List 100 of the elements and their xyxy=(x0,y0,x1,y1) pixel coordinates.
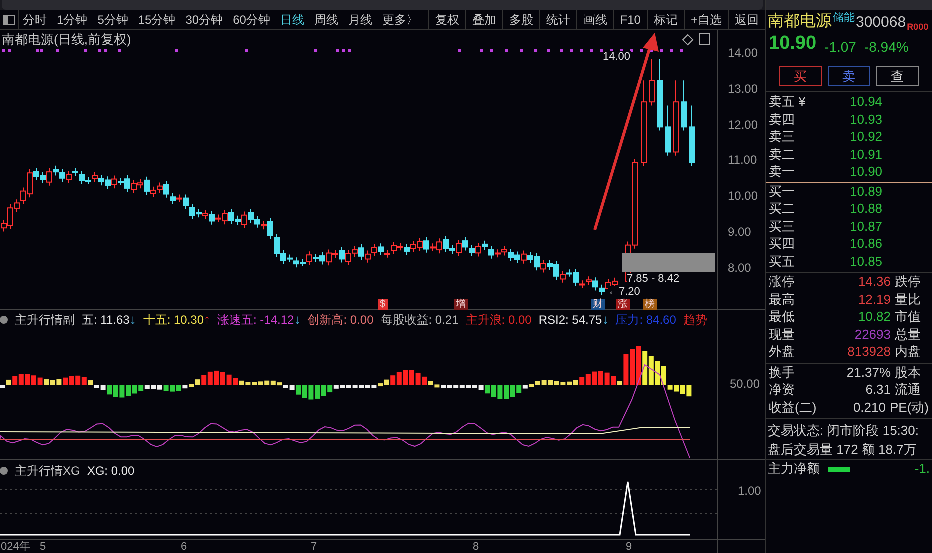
legend-value: 每股收益: 0.21 xyxy=(380,312,459,329)
legend-value: RSI2: 54.75 xyxy=(538,312,602,329)
level-price: 10.85 xyxy=(850,252,883,270)
stat-value: 6.31 xyxy=(864,381,891,399)
level-price: 10.90 xyxy=(850,163,883,181)
trade-button[interactable]: 卖 xyxy=(828,66,870,86)
stat-value: 813928 xyxy=(846,343,891,361)
period-tab[interactable]: 分时 xyxy=(23,10,47,28)
axis-label: 13.00 xyxy=(728,80,758,98)
level-label: 买二 xyxy=(769,200,796,218)
main-force-value: -1. xyxy=(914,460,930,478)
level-price: 10.89 xyxy=(850,182,883,200)
period-tab[interactable]: 30分钟 xyxy=(186,10,224,28)
legend-value: 五: 11.63 xyxy=(82,312,130,329)
chart-title: 南都电源(日线,前复权) xyxy=(2,31,132,49)
period-tab[interactable]: 日线 xyxy=(280,10,304,28)
stat-label: 股本 xyxy=(895,364,921,382)
level-price: 10.86 xyxy=(850,235,883,253)
level-label: 卖三 xyxy=(769,128,796,146)
event-marker[interactable]: 榜 xyxy=(643,299,657,310)
stat-label: 换手 xyxy=(769,364,796,382)
level-label: 卖四 xyxy=(769,110,796,128)
toolbar-button[interactable]: +自选 xyxy=(684,10,728,29)
legend-value: 主升行情副 xyxy=(15,312,75,329)
legend-value: 主升浪: 0.00 xyxy=(466,312,532,329)
period-tab[interactable]: 更多〉 xyxy=(382,10,418,28)
toolbar-button[interactable]: 统计 xyxy=(539,10,576,29)
sector-tag: 储能 xyxy=(833,10,855,26)
legend-value: XG: 0.00 xyxy=(87,463,135,480)
legend-value: 趋势 xyxy=(683,312,708,329)
legend-value: 创新高: 0.00 xyxy=(308,312,374,329)
level-price: 10.88 xyxy=(850,200,883,218)
level-price: 10.94 xyxy=(850,93,883,111)
level-label: 卖一 xyxy=(769,163,796,181)
level-price: 10.93 xyxy=(850,110,883,128)
stock-name: 南都电源 xyxy=(768,12,832,32)
market-label: R000 xyxy=(907,20,929,34)
toolbar-button[interactable]: 返回 xyxy=(728,10,765,29)
stat-value: 21.37% xyxy=(846,364,891,382)
date-label: 9 xyxy=(626,540,632,553)
axis-label: 50.00 xyxy=(730,376,760,393)
stat-label: 跌停 xyxy=(895,273,921,291)
date-label: 8 xyxy=(473,540,480,553)
period-tab[interactable]: 15分钟 xyxy=(138,10,176,28)
legend-value: 主升行情XG xyxy=(15,463,80,480)
stat-value: 14.36 xyxy=(857,273,891,291)
level-label: 买四 xyxy=(769,235,796,253)
stat-label: 现量 xyxy=(769,326,796,344)
level-label: 卖二 xyxy=(769,146,796,164)
stat-label: 外盘 xyxy=(769,343,796,361)
axis-label: 8.00 xyxy=(728,260,752,277)
stat-value: 0.210 xyxy=(852,398,886,416)
date-label: 7 xyxy=(311,540,318,553)
level-label: 买三 xyxy=(769,218,796,236)
stat-label: 涨停 xyxy=(769,273,796,291)
trend-arrow-glyph: ↓ xyxy=(602,311,609,330)
date-label: 5 xyxy=(40,540,46,553)
stat-value: 12.19 xyxy=(857,290,891,308)
status-text: 交易状态: 闭市阶段 15:30: xyxy=(768,422,920,440)
period-tab[interactable]: 5分钟 xyxy=(98,10,128,28)
event-marker[interactable]: 增 xyxy=(454,299,468,310)
axis-label: 10.00 xyxy=(728,188,758,206)
date-label: 024年 xyxy=(1,540,30,553)
toolbar-button[interactable]: 画线 xyxy=(576,10,614,29)
event-marker[interactable]: 涨 xyxy=(616,299,630,310)
stat-value: 10.82 xyxy=(857,308,891,326)
period-tab[interactable]: 周线 xyxy=(314,10,338,28)
stat-label: 最高 xyxy=(769,290,796,308)
event-marker[interactable]: 财 xyxy=(591,299,605,310)
toolbar-button[interactable]: 多股 xyxy=(502,10,540,29)
date-label: 6 xyxy=(181,540,188,553)
price-change: -1.07 xyxy=(824,38,856,57)
percent-change: -8.94% xyxy=(864,38,909,57)
toolbar-button[interactable]: 标记 xyxy=(646,10,684,29)
main-force-label: 主力净额 xyxy=(768,460,820,478)
period-tab[interactable]: 60分钟 xyxy=(233,10,270,28)
legend-value: 涨速五: -14.12 xyxy=(218,312,294,329)
stat-label: 最低 xyxy=(769,308,796,326)
legend-value: 十五: 10.30 xyxy=(143,312,204,329)
axis-label: 1.00 xyxy=(738,483,762,500)
price-annotation: 7.85 - 8.42 xyxy=(627,273,680,286)
period-tab[interactable]: 月线 xyxy=(348,10,372,28)
axis-label: 9.00 xyxy=(728,224,752,241)
stat-label: 量比 xyxy=(895,290,921,308)
toolbar-button[interactable]: 复权 xyxy=(428,10,466,29)
level-label: 买五 xyxy=(769,252,796,270)
toolbar-button[interactable]: 叠加 xyxy=(465,10,502,29)
level-price: 10.91 xyxy=(850,146,883,164)
axis-label: 11.00 xyxy=(728,152,758,170)
trade-button[interactable]: 买 xyxy=(779,66,822,86)
stat-value: 22693 xyxy=(854,326,891,344)
stat-label: 总量 xyxy=(895,326,921,344)
stat-label: 收益(二) xyxy=(769,398,818,417)
trade-button[interactable]: 查 xyxy=(876,66,920,86)
toolbar-button[interactable]: F10 xyxy=(613,10,647,29)
level-label: 买一 xyxy=(769,182,796,200)
period-tab[interactable]: 1分钟 xyxy=(57,10,88,28)
axis-label: 14.00 xyxy=(728,45,758,62)
trend-arrow-glyph: ↑ xyxy=(204,311,211,330)
stat-label: 内盘 xyxy=(895,343,921,361)
